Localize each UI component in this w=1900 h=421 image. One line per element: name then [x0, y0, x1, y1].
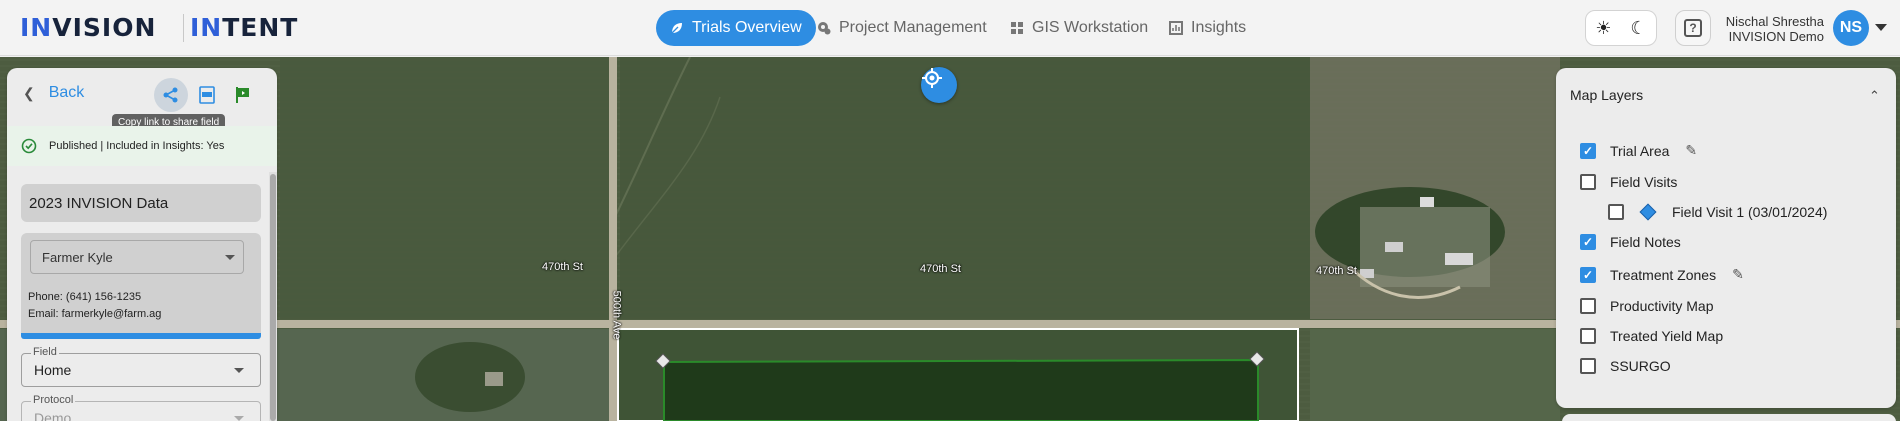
theme-toggle[interactable]: ☀ ☾	[1585, 10, 1657, 46]
help-button[interactable]: ?	[1675, 10, 1711, 46]
map-layers-panel: Map Layers ⌃ ✓ Trial Area ✎ Field Visits…	[1556, 68, 1896, 408]
chevron-up-icon[interactable]: ⌃	[1869, 88, 1880, 104]
layer-ssurgo[interactable]: SSURGO	[1580, 358, 1671, 374]
intent-logo[interactable]: INTENT	[190, 13, 298, 42]
pdf-icon	[199, 86, 215, 104]
field-select-label: Field	[31, 346, 59, 358]
publish-status-text: Published | Included in Insights: Yes	[49, 140, 225, 152]
pencil-icon[interactable]: ✎	[1732, 266, 1744, 283]
help-icon: ?	[1684, 19, 1702, 37]
avatar[interactable]: NS	[1833, 10, 1869, 46]
panel-toolbar: ❮ Back Copy link to share field	[7, 68, 277, 131]
map-flag-button[interactable]	[226, 78, 260, 112]
pdf-export-button[interactable]	[190, 78, 224, 112]
checkbox[interactable]	[1580, 174, 1596, 190]
map-flag-icon	[236, 87, 249, 103]
farmer-card-accent	[21, 333, 261, 339]
chevron-down-icon	[225, 255, 235, 260]
farmer-email: Email: farmerkyle@farm.ag	[28, 308, 162, 320]
chevron-down-icon	[234, 368, 244, 373]
checkbox[interactable]	[1580, 298, 1596, 314]
chart-box-icon	[1169, 21, 1183, 35]
field-select[interactable]: Field Home	[21, 346, 261, 387]
invision-logo[interactable]: INVISION	[20, 13, 156, 42]
map-layers-title: Map Layers	[1570, 87, 1644, 103]
protocol-select-value: Demo	[34, 410, 72, 421]
nav-project-management[interactable]: Project Management	[803, 10, 1001, 46]
farmer-phone: Phone: (641) 156-1235	[28, 291, 142, 303]
field-select-value: Home	[34, 362, 72, 378]
nav-insights[interactable]: Insights	[1155, 10, 1260, 46]
layer-treated-yield-map[interactable]: Treated Yield Map	[1580, 328, 1723, 344]
pencil-icon[interactable]: ✎	[1685, 142, 1697, 159]
grid-icon	[1010, 21, 1024, 35]
chevron-left-icon: ❮	[23, 84, 35, 101]
secondary-panel-edge	[1562, 414, 1896, 421]
checkbox[interactable]	[1608, 204, 1624, 220]
sun-icon[interactable]: ☀	[1595, 18, 1611, 39]
farmer-card: Farmer Kyle Phone: (641) 156-1235 Email:…	[21, 233, 261, 333]
checkbox[interactable]: ✓	[1580, 266, 1596, 283]
field-details-panel: ❮ Back Copy link to share field Publishe…	[7, 68, 277, 421]
road-label: 500th Ave	[610, 290, 623, 340]
leaf-icon	[670, 21, 684, 35]
nav-trials-overview[interactable]: Trials Overview	[656, 10, 816, 46]
layer-field-notes[interactable]: ✓ Field Notes	[1580, 234, 1681, 250]
share-button[interactable]	[154, 78, 188, 112]
diamond-marker-icon	[1639, 203, 1657, 221]
dataset-label: 2023 INVISION Data	[21, 184, 261, 222]
user-name: Nischal Shrestha	[1725, 14, 1824, 29]
user-org: INVISION Demo	[1728, 29, 1824, 44]
gear-pin-icon	[817, 21, 831, 35]
locate-button[interactable]	[921, 67, 957, 103]
moon-icon[interactable]: ☾	[1630, 18, 1646, 39]
layer-trial-area[interactable]: ✓ Trial Area ✎	[1580, 142, 1697, 159]
chevron-down-icon	[234, 416, 244, 421]
protocol-select-label: Protocol	[31, 394, 76, 406]
layer-treatment-zones[interactable]: ✓ Treatment Zones ✎	[1580, 266, 1744, 283]
scrollbar-thumb[interactable]	[270, 174, 276, 421]
nav-gis-workstation[interactable]: GIS Workstation	[996, 10, 1162, 46]
user-info[interactable]: Nischal Shrestha INVISION Demo	[1726, 14, 1824, 44]
top-header: INVISION INTENT Trials Overview Project …	[0, 0, 1900, 56]
publish-status-bar: Published | Included in Insights: Yes	[7, 126, 277, 166]
protocol-select[interactable]: Protocol Demo	[21, 394, 261, 421]
checkbox[interactable]: ✓	[1580, 142, 1596, 159]
road-label: 470th St	[1316, 265, 1357, 277]
layer-productivity-map[interactable]: Productivity Map	[1580, 298, 1713, 314]
chevron-down-icon[interactable]	[1875, 24, 1887, 31]
checkbox[interactable]	[1580, 358, 1596, 374]
road-label: 470th St	[920, 263, 961, 275]
checkbox[interactable]: ✓	[1580, 234, 1596, 250]
farmer-select[interactable]: Farmer Kyle	[30, 240, 244, 274]
logo-divider	[183, 14, 184, 42]
share-icon	[163, 87, 178, 103]
check-circle-icon	[21, 138, 37, 154]
layer-field-visits[interactable]: Field Visits	[1580, 174, 1677, 190]
layer-field-visit-1[interactable]: Field Visit 1 (03/01/2024)	[1608, 203, 1827, 221]
checkbox[interactable]	[1580, 328, 1596, 344]
road-label: 470th St	[542, 261, 583, 273]
back-button[interactable]: ❮ Back	[23, 84, 84, 102]
crosshair-icon	[922, 68, 942, 88]
